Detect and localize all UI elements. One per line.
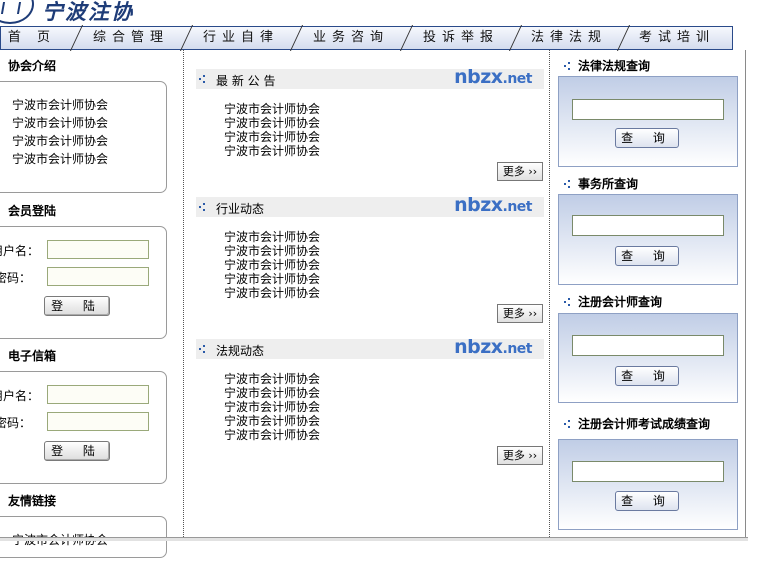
- nav-exams[interactable]: 考试培训: [627, 27, 727, 49]
- site-watermark: nbzx.net: [454, 66, 532, 88]
- section-bullet-icon: [199, 344, 209, 354]
- section-bullet-icon: [0, 206, 4, 216]
- mail-login-button[interactable]: 登 陆: [44, 441, 110, 461]
- law-search-button[interactable]: 查 询: [615, 128, 679, 148]
- left-column: 协会介绍 宁波市会计师协会 宁波市会计师协会 宁波市会计师协会 宁波市会计师协会…: [0, 50, 182, 558]
- firm-search-title: 事务所查询: [564, 175, 638, 192]
- watermark-main: nbzx: [454, 194, 503, 216]
- nav-home[interactable]: 首 页: [1, 27, 63, 49]
- username-input[interactable]: [47, 240, 149, 259]
- news-item[interactable]: 宁波市会计师协会: [224, 230, 320, 244]
- exam-score-input[interactable]: [572, 461, 724, 482]
- login-button[interactable]: 登 陆: [44, 296, 110, 316]
- nav-management[interactable]: 综合管理: [81, 27, 181, 49]
- mail-panel: 用户名： 密码： 登 陆: [0, 371, 167, 484]
- news-item[interactable]: 宁波市会计师协会: [224, 414, 320, 428]
- about-title: 协会介绍: [0, 57, 56, 74]
- firm-search-input[interactable]: [572, 215, 724, 236]
- right-column: 法律法规查询 查 询 事务所查询 查 询 注册会计师查询 查 询 注册会计师考试…: [549, 50, 746, 537]
- watermark-main: nbzx: [454, 336, 503, 358]
- news-item[interactable]: 宁波市会计师协会: [224, 116, 320, 130]
- news-item[interactable]: 宁波市会计师协会: [224, 144, 320, 158]
- law-search-panel: 查 询: [558, 76, 738, 167]
- watermark-suffix: .net: [502, 71, 533, 87]
- nav-consulting[interactable]: 业务咨询: [301, 27, 401, 49]
- more-button[interactable]: 更多 ››: [497, 446, 543, 465]
- news-item[interactable]: 宁波市会计师协会: [224, 244, 320, 258]
- news-item[interactable]: 宁波市会计师协会: [224, 286, 320, 300]
- cpa-search-title: 注册会计师查询: [564, 293, 662, 310]
- section-bullet-icon: [0, 61, 4, 71]
- section-bullet-icon: [564, 297, 574, 307]
- mail-title: 电子信箱: [0, 347, 56, 364]
- industry-news-header: 行业动态 nbzx.net: [196, 194, 544, 217]
- double-chevron-icon: ››: [528, 449, 538, 462]
- about-link[interactable]: 宁波市会计师协会: [12, 96, 108, 113]
- links-title: 友情链接: [0, 492, 56, 509]
- page-bottom-rule: [0, 537, 748, 541]
- nav-self-discipline[interactable]: 行业自律: [191, 27, 291, 49]
- more-button[interactable]: 更多 ››: [497, 304, 543, 323]
- logo-emblem-icon: [0, 0, 34, 24]
- industry-news-title: 行业动态: [216, 202, 265, 216]
- nav-complaints[interactable]: 投诉举报: [411, 27, 511, 49]
- nav-laws[interactable]: 法律法规: [519, 27, 619, 49]
- announcements-header: 最 新 公 告 nbzx.net: [196, 66, 544, 89]
- law-search-title: 法律法规查询: [564, 57, 650, 74]
- mail-username-input[interactable]: [47, 385, 149, 404]
- news-item[interactable]: 宁波市会计师协会: [224, 372, 320, 386]
- more-button[interactable]: 更多 ››: [497, 162, 543, 181]
- watermark-suffix: .net: [502, 199, 533, 215]
- main-nav: 首 页 综合管理 行业自律 业务咨询 投诉举报 法律法规 考试培训: [0, 25, 733, 51]
- double-chevron-icon: ››: [528, 165, 538, 178]
- username-label: 用户名：: [0, 244, 40, 258]
- firm-search-panel: 查 询: [558, 194, 738, 285]
- section-bullet-icon: [0, 351, 4, 361]
- law-search-input[interactable]: [572, 99, 724, 120]
- cpa-search-button[interactable]: 查 询: [615, 366, 679, 386]
- header: 宁波注协: [0, 0, 745, 26]
- firm-search-button[interactable]: 查 询: [615, 246, 679, 266]
- mail-password-label: 密码：: [0, 416, 31, 430]
- password-label: 密码：: [0, 271, 31, 285]
- about-link[interactable]: 宁波市会计师协会: [12, 132, 108, 149]
- news-item[interactable]: 宁波市会计师协会: [224, 428, 320, 442]
- news-item[interactable]: 宁波市会计师协会: [224, 386, 320, 400]
- section-bullet-icon: [199, 74, 209, 84]
- section-bullet-icon: [564, 61, 574, 71]
- about-link[interactable]: 宁波市会计师协会: [12, 114, 108, 131]
- login-panel: 用户名： 密码： 登 陆: [0, 226, 167, 339]
- announcements-title: 最 新 公 告: [216, 74, 276, 88]
- news-item[interactable]: 宁波市会计师协会: [224, 400, 320, 414]
- regulation-news-header: 法规动态 nbzx.net: [196, 336, 544, 359]
- mail-password-input[interactable]: [47, 412, 149, 431]
- double-chevron-icon: ››: [528, 307, 538, 320]
- exam-score-title: 注册会计师考试成绩查询: [564, 415, 710, 432]
- password-input[interactable]: [47, 267, 149, 286]
- exam-score-panel: 查 询: [558, 439, 738, 530]
- about-link[interactable]: 宁波市会计师协会: [12, 150, 108, 167]
- site-logo[interactable]: 宁波注协: [42, 0, 134, 26]
- section-bullet-icon: [0, 496, 4, 506]
- mail-username-label: 用户名：: [0, 389, 40, 403]
- news-item[interactable]: 宁波市会计师协会: [224, 102, 320, 116]
- site-watermark: nbzx.net: [454, 194, 532, 216]
- about-panel: 宁波市会计师协会 宁波市会计师协会 宁波市会计师协会 宁波市会计师协会: [0, 81, 167, 193]
- news-item[interactable]: 宁波市会计师协会: [224, 258, 320, 272]
- middle-column: 最 新 公 告 nbzx.net 宁波市会计师协会 宁波市会计师协会 宁波市会计…: [183, 50, 550, 537]
- section-bullet-icon: [564, 179, 574, 189]
- cpa-search-panel: 查 询: [558, 313, 738, 403]
- cpa-search-input[interactable]: [572, 335, 724, 356]
- site-watermark: nbzx.net: [454, 336, 532, 358]
- watermark-main: nbzx: [454, 66, 503, 88]
- section-bullet-icon: [199, 202, 209, 212]
- regulation-news-title: 法规动态: [216, 344, 265, 358]
- news-item[interactable]: 宁波市会计师协会: [224, 130, 320, 144]
- section-bullet-icon: [564, 419, 574, 429]
- login-title: 会员登陆: [0, 202, 56, 219]
- news-item[interactable]: 宁波市会计师协会: [224, 272, 320, 286]
- exam-score-button[interactable]: 查 询: [615, 491, 679, 511]
- watermark-suffix: .net: [502, 341, 533, 357]
